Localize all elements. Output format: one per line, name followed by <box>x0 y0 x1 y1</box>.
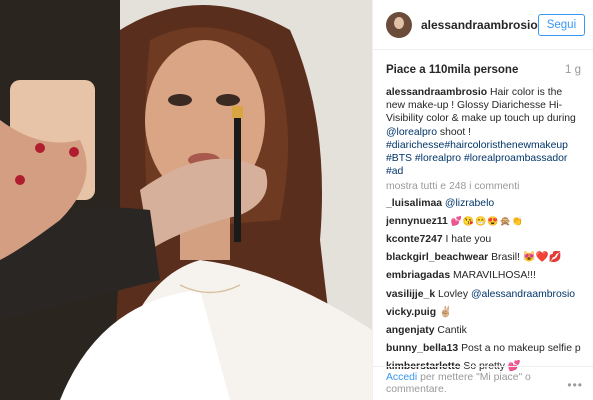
comment-text: Cantik <box>437 325 467 337</box>
comment-mention[interactable]: @lizrabelo <box>445 198 494 209</box>
comment-text: ✌🏼 <box>438 306 452 318</box>
avatar[interactable] <box>386 11 412 38</box>
comment-username[interactable]: angenjaty <box>386 325 435 336</box>
comment-mention[interactable]: @alessandraambrosio <box>471 289 575 300</box>
comment-item: vasilijje_k Lovley @alessandraambrosio <box>386 288 581 301</box>
caption-text-2: shoot ! <box>436 126 472 138</box>
post-photo[interactable] <box>0 0 372 400</box>
login-link[interactable]: Accedi <box>386 372 417 383</box>
show-all-comments[interactable]: mostra tutti e 248 i commenti <box>386 180 581 193</box>
comment-username[interactable]: blackgirl_beachwear <box>386 252 488 263</box>
comment-username[interactable]: embriagadas <box>386 270 450 281</box>
caption-mention[interactable]: @lorealpro <box>386 127 437 138</box>
caption-username[interactable]: alessandraambrosio <box>386 87 487 98</box>
comment-username[interactable]: _luisalimaa <box>386 198 442 209</box>
comment-username[interactable]: vasilijje_k <box>386 289 435 300</box>
post-sidebar: alessandraambrosio Segui Piace a 110mila… <box>372 0 593 400</box>
caption: alessandraambrosio Hair color is the new… <box>386 86 581 178</box>
comment-username[interactable]: jennynuez11 <box>386 216 448 227</box>
comment-text: Lovley <box>438 288 471 300</box>
comment-item: embriagadas MARAVILHOSA!!! <box>386 269 581 282</box>
comment-text: Brasil! 😻❤️💋 <box>491 252 562 264</box>
comment-item: jennynuez11 💕😘😁😍🙊👏 <box>386 215 581 228</box>
ellipsis-icon[interactable]: ••• <box>567 379 583 391</box>
caption-hashtags[interactable]: #diarichesse#haircoloristhenewmakeup #BT… <box>386 140 568 177</box>
comment-footer: Accedi per mettere "Mi piace" o commenta… <box>373 366 593 400</box>
post-image <box>0 0 372 400</box>
comment-item: _luisalimaa @lizrabelo <box>386 197 581 210</box>
comment-item: bunny_bella13 Post a no makeup selfie pl… <box>386 342 581 355</box>
comment-username[interactable]: kconte7247 <box>386 234 443 245</box>
author-username[interactable]: alessandraambrosio <box>421 18 538 32</box>
post-time[interactable]: 1 g <box>565 64 581 76</box>
comment-text: I hate you <box>445 234 492 246</box>
likes-count[interactable]: Piace a 110mila persone <box>386 64 518 76</box>
likes-row: Piace a 110mila persone 1 g <box>373 50 593 76</box>
comment-item: angenjaty Cantik <box>386 324 581 337</box>
comment-text: MARAVILHOSA!!! <box>453 270 536 282</box>
comment-item: blackgirl_beachwear Brasil! 😻❤️💋 <box>386 251 581 264</box>
comment-item: vicky.puig ✌🏼 <box>386 306 581 319</box>
comment-text: 💕😘😁😍🙊👏 <box>450 215 524 226</box>
comment-text: Post a no makeup selfie pls <box>461 343 581 355</box>
follow-button[interactable]: Segui <box>537 13 586 36</box>
comment-username[interactable]: vicky.puig <box>386 307 436 318</box>
comment-username[interactable]: bunny_bella13 <box>386 343 458 354</box>
comment-item: kconte7247 I hate you <box>386 233 581 246</box>
post-header: alessandraambrosio Segui <box>373 0 593 50</box>
comments-section: alessandraambrosio Hair color is the new… <box>373 76 593 379</box>
